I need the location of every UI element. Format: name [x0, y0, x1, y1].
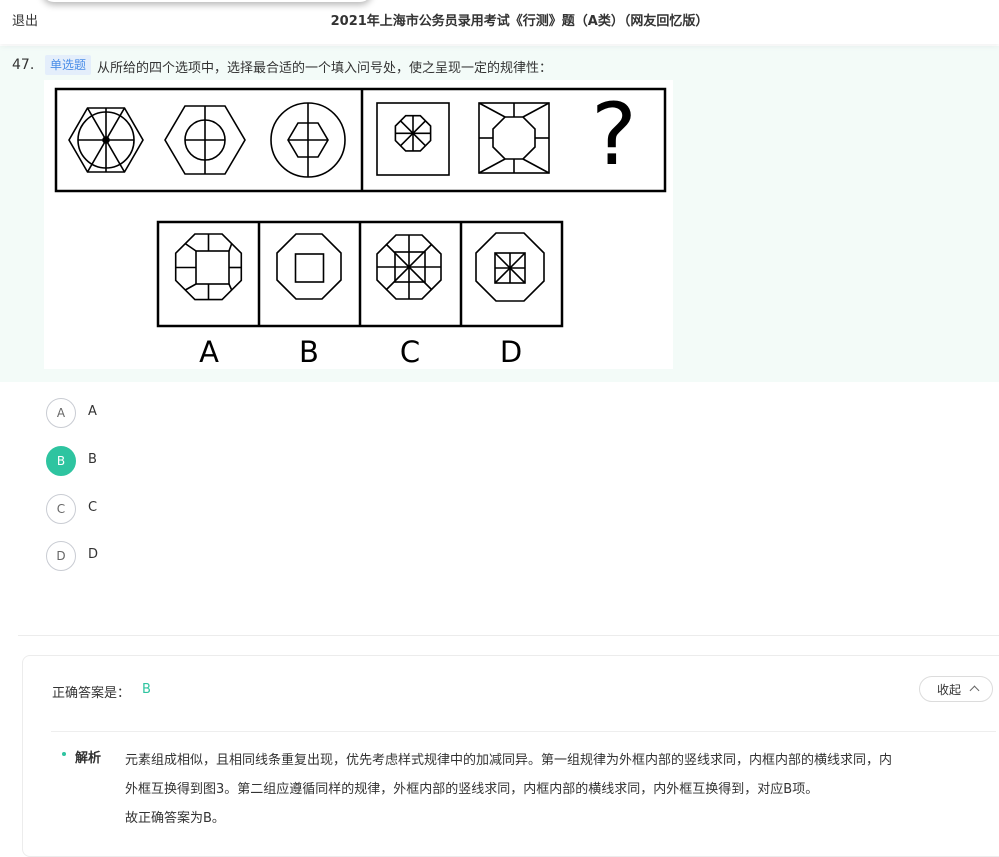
question-type-badge: 单选题 — [45, 55, 92, 75]
figure-option-a — [174, 233, 243, 301]
correct-answer-label: 正确答案是： — [52, 686, 131, 701]
question-stem: 从所给的四个选项中，选择最合适的一个填入问号处，使之呈现一定的规律性： — [97, 61, 553, 76]
floating-panel-edge — [42, 0, 372, 2]
figure-graphic: ? A B C D — [54, 85, 667, 369]
figure-label-a: A — [199, 335, 219, 369]
answer-panel: 正确答案是： B 收起 解析 元素组成相似，且相同线条重复出现，优先考虑样式规律… — [22, 655, 999, 857]
collapse-button[interactable]: 收起 — [919, 676, 993, 702]
question-figure: ? A B C D — [44, 80, 673, 369]
figure-2 — [164, 105, 246, 175]
answer-divider — [51, 731, 996, 732]
figure-5 — [478, 102, 550, 174]
figure-option-c — [376, 234, 442, 300]
figure-1 — [68, 107, 144, 173]
analysis-line-2: 外框互换得到图3。第二组应遵循同样的规律，外框内部的竖线求同，内框内部的横线求同… — [125, 782, 819, 797]
option-c-radio[interactable]: C — [46, 494, 76, 524]
figure-option-b — [276, 233, 342, 300]
analysis-label: 解析 — [75, 751, 102, 766]
figure-4 — [376, 102, 450, 176]
figure-option-d — [475, 232, 545, 302]
figure-label-b: B — [299, 335, 319, 369]
figure-3 — [270, 102, 346, 178]
top-bar: 退出 2021年上海市公务员录用考试《行测》题（A类）（网友回忆版） — [0, 0, 999, 44]
chevron-up-icon — [969, 685, 980, 696]
question-mark: ? — [591, 85, 637, 185]
question-number: 47. — [12, 57, 35, 73]
analysis-line-3: 故正确答案为B。 — [125, 811, 225, 826]
option-b-text: B — [88, 452, 97, 467]
bullet-icon — [62, 752, 66, 756]
option-b-radio[interactable]: B — [46, 446, 76, 476]
option-d-radio[interactable]: D — [46, 541, 76, 571]
correct-answer-value: B — [142, 682, 151, 697]
option-a-radio[interactable]: A — [46, 398, 76, 428]
figure-label-d: D — [500, 335, 522, 369]
figure-label-c: C — [400, 335, 420, 369]
option-c-text: C — [88, 500, 98, 515]
top-row-frame — [54, 87, 667, 193]
analysis-line-1: 元素组成相似，且相同线条重复出现，优先考虑样式规律中的加减同异。第一组规律为外框… — [125, 753, 893, 768]
collapse-label: 收起 — [936, 683, 961, 697]
analysis-text: 元素组成相似，且相同线条重复出现，优先考虑样式规律中的加减同异。第一组规律为外框… — [125, 746, 980, 833]
option-a-text: A — [88, 404, 97, 419]
section-divider — [18, 635, 999, 636]
exam-title: 2021年上海市公务员录用考试《行测》题（A类）（网友回忆版） — [330, 14, 709, 29]
question-area: 47. 单选题 从所给的四个选项中，选择最合适的一个填入问号处，使之呈现一定的规… — [0, 46, 999, 382]
option-d-text: D — [88, 547, 99, 562]
